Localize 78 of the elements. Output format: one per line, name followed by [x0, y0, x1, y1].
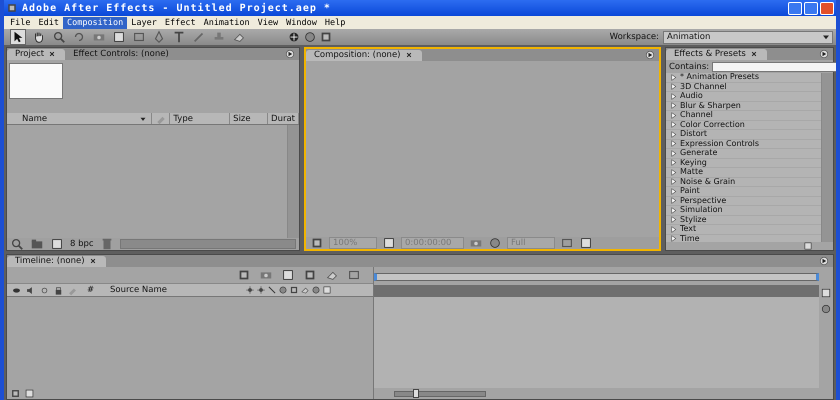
- effect-category[interactable]: Keying: [666, 158, 821, 168]
- window-title: Adobe After Effects - Untitled Project.aep *: [22, 2, 331, 14]
- panel-menu-icon[interactable]: [818, 255, 830, 267]
- work-area-bar[interactable]: [374, 273, 819, 281]
- timeline-switch-icon[interactable]: [237, 268, 251, 282]
- column-header[interactable]: Durat: [268, 113, 299, 124]
- effect-category[interactable]: 3D Channel: [666, 82, 821, 92]
- effect-category[interactable]: Distort: [666, 130, 821, 140]
- find-icon[interactable]: [10, 237, 24, 251]
- menu-item[interactable]: Animation: [200, 16, 254, 28]
- pen-tool-icon[interactable]: [152, 30, 166, 44]
- sphere-icon[interactable]: [303, 30, 317, 44]
- timeline-switch-icon[interactable]: [347, 268, 361, 282]
- menu-item[interactable]: View: [254, 16, 282, 28]
- column-header: #: [87, 285, 96, 295]
- thumbnail-placeholder: [9, 63, 63, 99]
- move-icon[interactable]: [287, 30, 301, 44]
- column-header[interactable]: Size: [230, 113, 268, 124]
- effect-category[interactable]: Color Correction: [666, 120, 821, 130]
- slider-thumb[interactable]: [413, 388, 419, 398]
- menu-item[interactable]: Effect: [160, 16, 200, 28]
- menu-item[interactable]: Help: [320, 16, 350, 28]
- effect-category[interactable]: Noise & Grain: [666, 178, 821, 187]
- panel-menu-icon[interactable]: [284, 48, 296, 60]
- scrollbar[interactable]: [120, 239, 296, 249]
- panel-menu-icon[interactable]: [818, 48, 830, 60]
- menu-item[interactable]: File: [6, 16, 34, 28]
- minimize-button[interactable]: [788, 2, 802, 14]
- effect-category[interactable]: Paint: [666, 187, 821, 196]
- panel-tab[interactable]: Timeline: (none): [7, 256, 106, 266]
- effect-category[interactable]: Stylize: [666, 216, 821, 225]
- panel-tab[interactable]: Project: [7, 48, 66, 60]
- effect-category[interactable]: Blur & Sharpen: [666, 102, 821, 111]
- layer-switch-icon[interactable]: [245, 285, 255, 295]
- timeline-switch-icon[interactable]: [281, 268, 295, 282]
- menu-item[interactable]: Window: [282, 16, 321, 28]
- menu-item[interactable]: Composition: [62, 16, 128, 28]
- toggle-icon[interactable]: [10, 388, 21, 399]
- menu-item[interactable]: Layer: [127, 16, 161, 28]
- effect-category[interactable]: Expression Controls: [666, 140, 821, 149]
- layer-switch-icon[interactable]: [256, 285, 266, 295]
- lock-icon[interactable]: [53, 284, 64, 296]
- panel-tab[interactable]: Effect Controls: (none): [65, 48, 177, 60]
- panel-tab[interactable]: Effects & Presets: [666, 48, 767, 60]
- effect-category[interactable]: Matte: [666, 168, 821, 178]
- frame-icon[interactable]: [319, 30, 333, 44]
- workspace-dropdown[interactable]: Animation: [663, 30, 833, 44]
- rotate-tool-icon[interactable]: [72, 30, 86, 44]
- text-tool-icon[interactable]: [172, 30, 186, 44]
- folder-icon[interactable]: [30, 237, 44, 251]
- column-header[interactable]: Type: [170, 113, 230, 124]
- close-button[interactable]: [820, 2, 834, 14]
- selection-tool-icon[interactable]: [10, 29, 26, 45]
- effect-category[interactable]: Audio: [666, 92, 821, 102]
- column-header[interactable]: Name: [19, 113, 152, 124]
- app-icon: [6, 2, 18, 14]
- panel-menu-icon[interactable]: [644, 49, 656, 61]
- scrollbar[interactable]: [287, 125, 299, 238]
- effect-category[interactable]: Text: [666, 225, 821, 234]
- timeline-switch-icon[interactable]: [303, 268, 317, 282]
- effect-category[interactable]: Generate: [666, 149, 821, 158]
- effect-category[interactable]: Channel: [666, 111, 821, 120]
- scrollbar[interactable]: [821, 73, 833, 242]
- trash-icon[interactable]: [100, 237, 114, 251]
- panel-tab[interactable]: Composition: (none): [306, 50, 422, 60]
- toggle-icon[interactable]: [24, 388, 35, 399]
- column-header: Source Name: [110, 285, 168, 295]
- maximize-button[interactable]: [804, 2, 818, 14]
- hand-tool-icon[interactable]: [32, 30, 46, 44]
- contains-label: Contains:: [669, 62, 710, 72]
- bit-depth-button[interactable]: 8 bpc: [70, 239, 94, 249]
- effect-category[interactable]: Perspective: [666, 196, 821, 206]
- rectangle-tool-icon[interactable]: [132, 30, 146, 44]
- workspace-label: Workspace:: [610, 32, 659, 42]
- effect-category[interactable]: Simulation: [666, 206, 821, 216]
- zoom-tool-icon[interactable]: [52, 30, 66, 44]
- effect-category[interactable]: * Animation Presets: [666, 73, 821, 82]
- menu-item[interactable]: Edit: [34, 16, 63, 28]
